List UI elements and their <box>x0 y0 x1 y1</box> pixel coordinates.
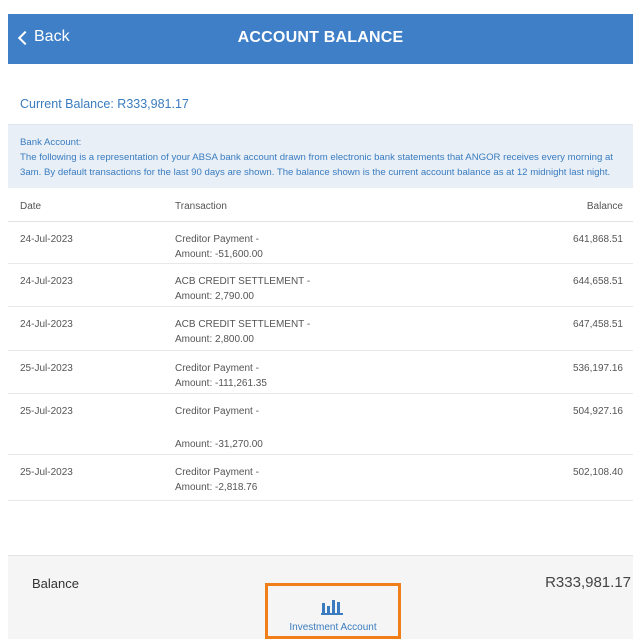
row-balance: 647,458.51 <box>413 306 633 351</box>
row-date: 25-Jul-2023 <box>8 454 163 501</box>
column-header-balance: Balance <box>413 188 633 222</box>
row-spacer <box>175 419 405 437</box>
page-title: ACCOUNT BALANCE <box>237 29 404 46</box>
row-description: Creditor Payment - <box>175 233 259 245</box>
row-transaction: Creditor Payment - Amount: -31,270.00 <box>163 393 413 455</box>
row-balance: 502,108.40 <box>413 454 633 501</box>
table-row[interactable]: 25-Jul-2023 Creditor Payment - Amount: -… <box>8 454 633 501</box>
balance-value: R333,981.17 <box>545 574 631 591</box>
current-balance-label: Current Balance: <box>20 97 114 111</box>
table-row[interactable]: 24-Jul-2023 ACB CREDIT SETTLEMENT - Amou… <box>8 306 633 351</box>
current-balance-amount: R333,981.17 <box>117 97 189 111</box>
table-row[interactable]: 25-Jul-2023 Creditor Payment - Amount: -… <box>8 393 633 455</box>
table-header-row: Date Transaction Balance <box>8 188 633 222</box>
table-row[interactable]: 24-Jul-2023 ACB CREDIT SETTLEMENT - Amou… <box>8 263 633 307</box>
column-header-date: Date <box>8 188 163 222</box>
row-amount: Amount: -2,818.76 <box>175 481 258 493</box>
row-balance: 536,197.16 <box>413 350 633 394</box>
info-heading: Bank Account: <box>20 137 82 148</box>
column-header-transaction: Transaction <box>163 188 413 222</box>
row-balance: 641,868.51 <box>413 221 633 264</box>
main-content: Current Balance: R333,981.17 Bank Accoun… <box>8 64 633 501</box>
row-description: ACB CREDIT SETTLEMENT - <box>175 275 311 287</box>
row-amount: Amount: -111,261.35 <box>175 377 267 389</box>
row-date: 24-Jul-2023 <box>8 306 163 351</box>
investment-account-button[interactable]: Investment Account <box>265 583 401 639</box>
row-amount: Amount: -51,600.00 <box>175 248 263 260</box>
row-description: Creditor Payment - <box>175 362 259 374</box>
info-text: The following is a representation of you… <box>20 152 613 178</box>
transactions-table: Date Transaction Balance 24-Jul-2023 Cre… <box>8 188 633 501</box>
row-amount: Amount: -31,270.00 <box>175 438 263 450</box>
row-date: 25-Jul-2023 <box>8 393 163 455</box>
row-transaction: Creditor Payment - Amount: -2,818.76 <box>163 454 413 501</box>
header-bar: Back ACCOUNT BALANCE <box>8 14 633 64</box>
row-date: 24-Jul-2023 <box>8 263 163 307</box>
row-transaction: Creditor Payment - Amount: -51,600.00 <box>163 221 413 264</box>
row-balance: 504,927.16 <box>413 393 633 455</box>
bar-chart-icon <box>321 600 343 615</box>
row-description: Creditor Payment - <box>175 405 259 417</box>
row-transaction: ACB CREDIT SETTLEMENT - Amount: 2,800.00 <box>163 306 413 351</box>
row-description: Creditor Payment - <box>175 466 259 478</box>
row-date: 24-Jul-2023 <box>8 221 163 264</box>
row-date: 25-Jul-2023 <box>8 350 163 394</box>
bottom-toolbar: Investment Account <box>8 583 633 639</box>
row-transaction: ACB CREDIT SETTLEMENT - Amount: 2,790.00 <box>163 263 413 307</box>
investment-account-label: Investment Account <box>289 622 377 633</box>
table-row[interactable]: 24-Jul-2023 Creditor Payment - Amount: -… <box>8 221 633 264</box>
table-row[interactable]: 25-Jul-2023 Creditor Payment - Amount: -… <box>8 350 633 394</box>
balance-label: Balance <box>32 576 79 591</box>
row-description: ACB CREDIT SETTLEMENT - <box>175 318 311 330</box>
row-amount: Amount: 2,800.00 <box>175 333 254 345</box>
bank-account-info: Bank Account: The following is a represe… <box>8 124 633 188</box>
row-amount: Amount: 2,790.00 <box>175 290 254 302</box>
row-transaction: Creditor Payment - Amount: -111,261.35 <box>163 350 413 394</box>
top-strip <box>0 0 633 14</box>
current-balance: Current Balance: R333,981.17 <box>8 64 633 124</box>
row-balance: 644,658.51 <box>413 263 633 307</box>
